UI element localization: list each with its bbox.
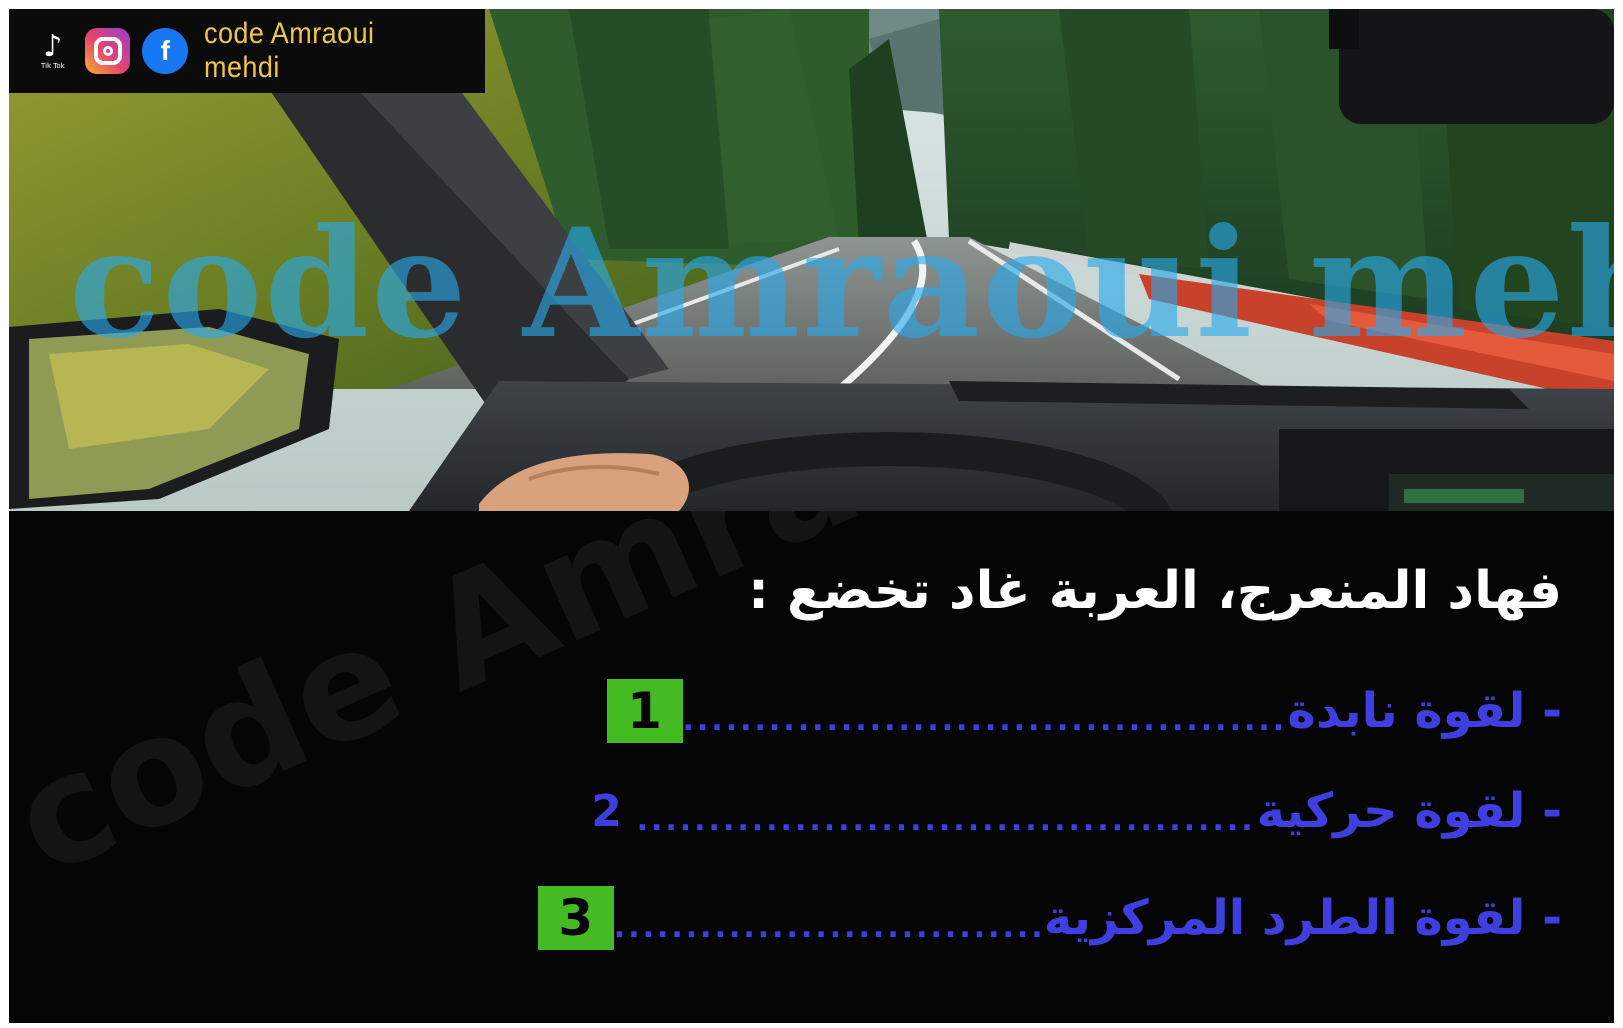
answer-text: - لقوة نابدة <box>1287 683 1562 739</box>
channel-name: code Amraoui mehdi <box>204 17 375 84</box>
answer-text: - لقوة الطرد المركزية <box>1043 890 1562 946</box>
answer-number: 2 <box>591 785 622 837</box>
answer-leader-dots: ........................................… <box>613 909 1044 945</box>
answer-option-3[interactable]: 3 ......................................… <box>537 883 1562 953</box>
question-title: فهاد المنعرج، العربة غاد تخضع : <box>748 561 1562 621</box>
scene-watermark-text: code Amraoui mehdi <box>69 196 1614 372</box>
road-scene-photo: code Amraoui mehdi ♪ Tik Tok f code Amra… <box>9 9 1614 511</box>
answer-text: - لقوة حركية <box>1256 783 1562 839</box>
tiktok-icon[interactable]: ♪ Tik Tok <box>33 28 73 74</box>
tiktok-label: Tik Tok <box>41 62 65 70</box>
answer-number-badge: 1 <box>606 679 683 743</box>
tiktok-note-glyph: ♪ <box>43 29 63 64</box>
answer-leader-dots: ........................................… <box>636 802 1257 838</box>
question-panel: فهاد المنعرج، العربة غاد تخضع : 1 ......… <box>9 511 1614 1023</box>
answer-option-2[interactable]: 2 ......................................… <box>577 776 1562 846</box>
social-bar: ♪ Tik Tok f code Amraoui mehdi <box>9 9 485 93</box>
answer-number-badge: 3 <box>537 886 614 950</box>
instagram-icon[interactable] <box>84 28 131 74</box>
answer-leader-dots: ........................................… <box>682 702 1288 738</box>
video-frame: code Amraoui mehdi ♪ Tik Tok f code Amra… <box>9 9 1614 1023</box>
answer-option-1[interactable]: 1 ......................................… <box>606 676 1562 746</box>
facebook-icon[interactable]: f <box>142 28 189 74</box>
